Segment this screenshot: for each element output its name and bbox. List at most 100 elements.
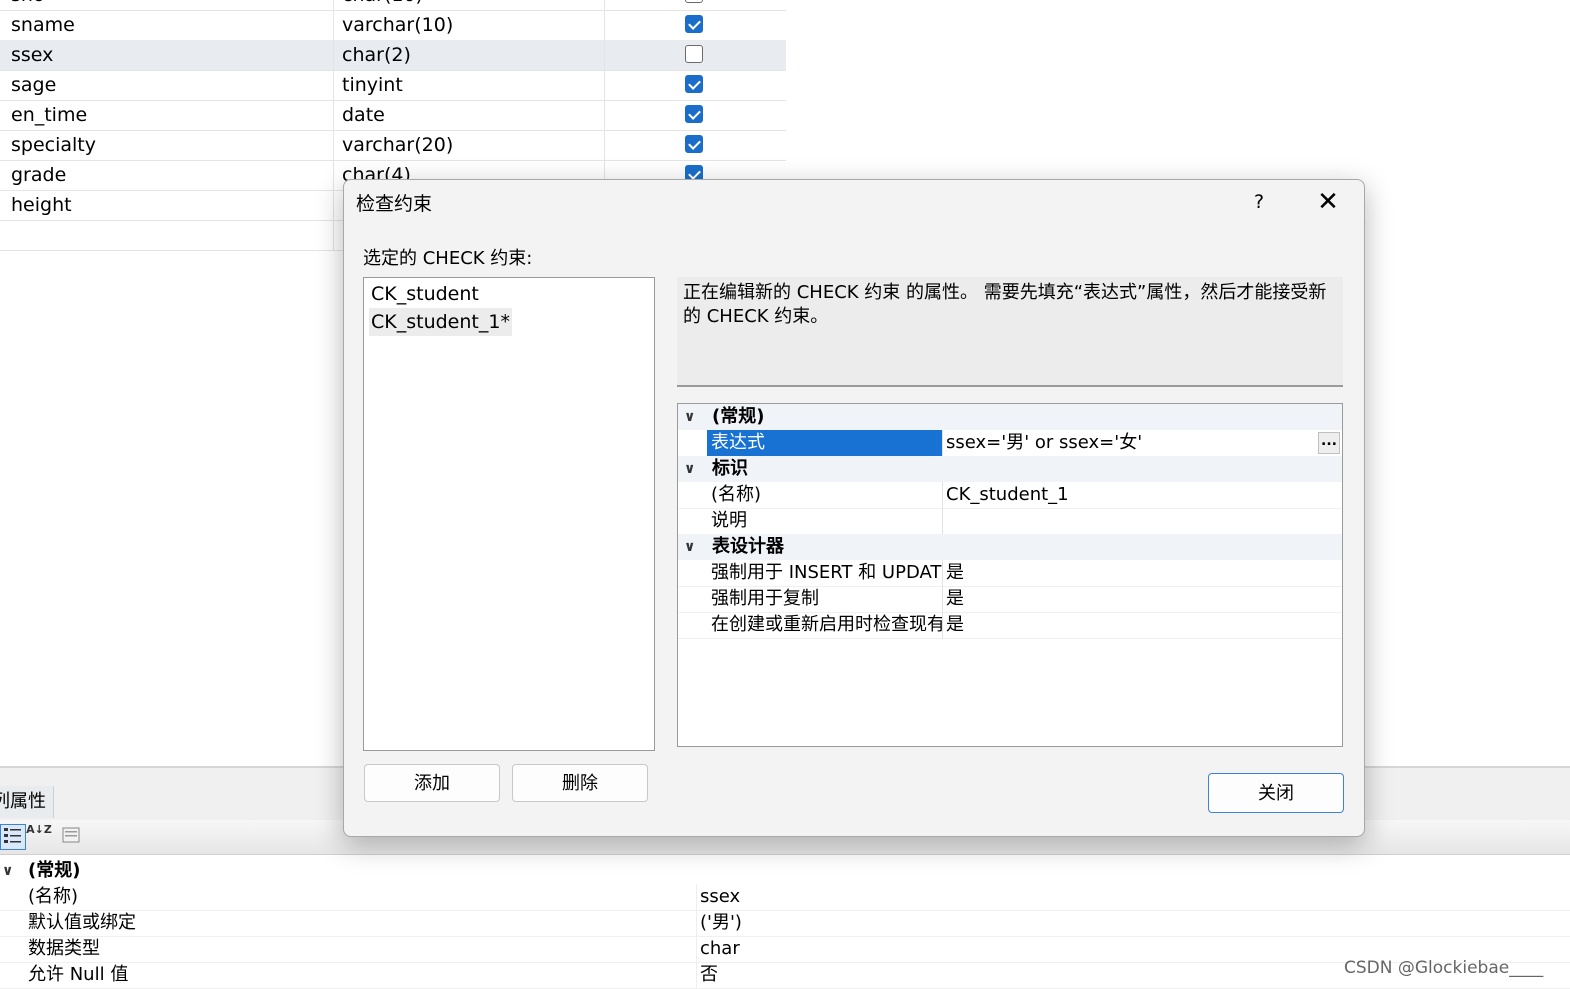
property-value[interactable]: char: [700, 936, 740, 962]
dialog-title: 检查约束: [356, 193, 433, 215]
category-identity[interactable]: ∨ 标识: [678, 456, 1342, 482]
tab-column-properties[interactable]: 列属性: [0, 786, 54, 818]
add-button[interactable]: 添加: [364, 764, 500, 802]
grid-row[interactable]: specialty varchar(20): [0, 130, 786, 161]
allow-null-checkbox[interactable]: [685, 105, 703, 123]
grid-row[interactable]: en_time date: [0, 100, 786, 131]
property-row[interactable]: 默认值或绑定 ('男'): [0, 910, 1570, 937]
property-value[interactable]: 是: [946, 586, 964, 612]
category-general[interactable]: ∨ (常规): [678, 404, 1342, 430]
grid-row[interactable]: sage tinyint: [0, 70, 786, 101]
category-label: (常规): [28, 860, 81, 881]
property-row[interactable]: 强制用于 INSERT 和 UPDATE 是: [678, 560, 1342, 587]
ellipsis-button[interactable]: ...: [1318, 432, 1340, 454]
property-value[interactable]: ('男'): [700, 910, 742, 936]
chevron-down-icon[interactable]: ∨: [684, 456, 695, 482]
close-button[interactable]: 关闭: [1208, 773, 1344, 813]
list-item[interactable]: CK_student: [369, 280, 481, 308]
column-name-cell[interactable]: ssex: [0, 40, 334, 70]
column-divider: [942, 430, 943, 456]
property-name: (名称): [28, 886, 79, 907]
grid-row[interactable]: sname varchar(10): [0, 10, 786, 41]
list-item-selected[interactable]: CK_student_1*: [369, 308, 512, 336]
property-value[interactable]: 否: [700, 962, 718, 988]
data-type-cell[interactable]: tinyint: [334, 70, 605, 100]
property-name: 默认值或绑定: [28, 912, 136, 933]
allow-null-cell: [605, 40, 785, 70]
column-divider: [696, 936, 697, 962]
column-divider: [942, 560, 943, 586]
property-row[interactable]: 在创建或重新启用时检查现有数据 是: [678, 612, 1342, 639]
property-row[interactable]: (名称) CK_student_1: [678, 482, 1342, 509]
property-row-expression[interactable]: 表达式 ssex='男' or ssex='女' ...: [678, 430, 1342, 457]
property-value[interactable]: 是: [946, 560, 964, 586]
property-name: 强制用于 INSERT 和 UPDATE: [711, 562, 943, 583]
column-name-cell[interactable]: [0, 220, 334, 250]
property-value[interactable]: CK_student_1: [946, 482, 1069, 508]
column-divider: [696, 884, 697, 910]
allow-null-cell: [605, 10, 785, 40]
info-description: 正在编辑新的 CHECK 约束 的属性。 需要先填充“表达式”属性，然后才能接受…: [677, 277, 1343, 387]
property-pages-icon[interactable]: [58, 824, 84, 850]
column-name-cell[interactable]: grade: [0, 160, 334, 190]
allow-null-checkbox[interactable]: [685, 75, 703, 93]
allow-null-cell: [605, 130, 785, 160]
column-divider: [942, 508, 943, 534]
close-icon[interactable]: ✕: [1306, 182, 1350, 222]
column-divider: [942, 482, 943, 508]
property-row[interactable]: 强制用于复制 是: [678, 586, 1342, 613]
property-row[interactable]: (名称) ssex: [0, 884, 1570, 911]
property-grid: ∨ (常规) 表达式 ssex='男' or ssex='女' ... ∨ 标识…: [677, 403, 1343, 747]
check-constraint-dialog: 检查约束 ? ✕ 选定的 CHECK 约束: CK_student CK_stu…: [343, 179, 1365, 837]
property-name: 说明: [711, 510, 747, 531]
data-type-cell[interactable]: date: [334, 100, 605, 130]
property-name: 在创建或重新启用时检查现有数据: [711, 614, 943, 635]
property-name: (名称): [711, 484, 762, 505]
data-type-cell[interactable]: char(10): [334, 0, 605, 10]
allow-null-checkbox[interactable]: [685, 15, 703, 33]
data-type-cell[interactable]: char(2): [334, 40, 605, 70]
category-label: 表设计器: [712, 536, 784, 557]
category-label: (常规): [712, 406, 765, 427]
expression-value[interactable]: ssex='男' or ssex='女': [946, 430, 1142, 456]
column-name-cell[interactable]: sno: [0, 0, 334, 10]
categorized-icon[interactable]: [0, 824, 26, 850]
property-value[interactable]: ssex: [700, 884, 740, 910]
column-divider: [696, 962, 697, 988]
allow-null-cell: [605, 0, 785, 10]
column-name-cell[interactable]: specialty: [0, 130, 334, 160]
property-row[interactable]: 允许 Null 值 否: [0, 962, 1570, 989]
sort-az-label: A↓Z: [26, 823, 52, 836]
allow-null-cell: [605, 70, 785, 100]
property-name: 表达式: [707, 430, 943, 456]
property-row[interactable]: 数据类型 char: [0, 936, 1570, 963]
column-name-cell[interactable]: sage: [0, 70, 334, 100]
allow-null-cell: [605, 100, 785, 130]
sort-az-icon[interactable]: A↓Z: [26, 824, 52, 850]
column-name-cell[interactable]: en_time: [0, 100, 334, 130]
delete-button[interactable]: 删除: [512, 764, 648, 802]
column-name-cell[interactable]: sname: [0, 10, 334, 40]
column-name-cell[interactable]: height: [0, 190, 334, 220]
category-table-designer[interactable]: ∨ 表设计器: [678, 534, 1342, 560]
allow-null-checkbox[interactable]: [685, 0, 703, 3]
grid-row-selected[interactable]: ssex char(2): [0, 40, 786, 71]
selected-constraints-label: 选定的 CHECK 约束:: [363, 248, 533, 269]
chevron-down-icon[interactable]: ∨: [684, 534, 695, 560]
category-general[interactable]: ∨ (常规): [0, 858, 1570, 884]
help-button[interactable]: ?: [1244, 182, 1274, 222]
allow-null-checkbox[interactable]: [685, 45, 703, 63]
allow-null-checkbox[interactable]: [685, 135, 703, 153]
data-type-cell[interactable]: varchar(20): [334, 130, 605, 160]
property-value[interactable]: 是: [946, 612, 964, 638]
chevron-down-icon[interactable]: ∨: [2, 858, 13, 884]
category-label: 标识: [712, 458, 748, 479]
chevron-down-icon[interactable]: ∨: [684, 404, 695, 430]
property-name: 数据类型: [28, 938, 100, 959]
column-divider: [942, 586, 943, 612]
column-divider: [696, 910, 697, 936]
property-row[interactable]: 说明: [678, 508, 1342, 535]
constraint-list[interactable]: CK_student CK_student_1*: [363, 277, 655, 751]
property-name: 强制用于复制: [711, 588, 819, 609]
data-type-cell[interactable]: varchar(10): [334, 10, 605, 40]
